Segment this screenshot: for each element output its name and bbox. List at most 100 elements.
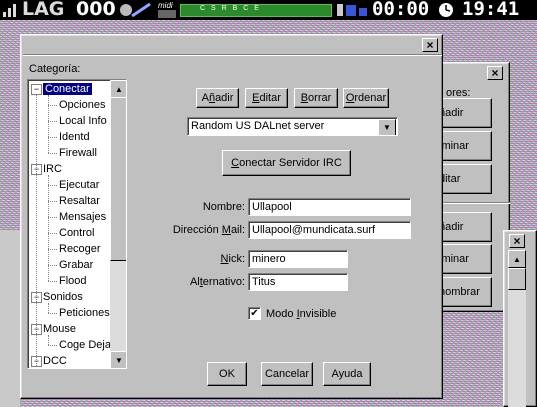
midi-icon <box>158 10 176 18</box>
tree-item[interactable]: Resaltar <box>59 193 100 209</box>
tree-item[interactable]: Coge Deja <box>59 337 111 353</box>
alternative-label: Alternativo: <box>189 276 245 288</box>
background-close-button[interactable]: × <box>487 66 503 80</box>
check-icon: ✔ <box>250 308 259 319</box>
name-label: Nombre: <box>202 201 245 213</box>
scroll-down-icon[interactable]: ▼ <box>110 351 126 368</box>
tree-item-label: Recoger <box>59 243 101 255</box>
brand-label: LAG <box>22 0 65 20</box>
tree-item[interactable]: Firewall <box>59 145 97 161</box>
tree-item-label: IRC <box>43 163 62 175</box>
tree-item[interactable]: Grabar <box>59 257 93 273</box>
close-icon: × <box>491 66 499 80</box>
tree-connector <box>48 137 57 138</box>
close-icon: × <box>513 234 521 248</box>
tree-item-label: Firewall <box>59 147 97 159</box>
tree-connector <box>48 121 57 122</box>
tree-item[interactable]: Recoger <box>59 241 101 257</box>
tray-icons <box>335 2 371 18</box>
tree-item-label: Mouse <box>43 323 77 335</box>
tree-connector <box>48 313 57 314</box>
tree-item[interactable]: Flood <box>59 273 87 289</box>
tree-connector <box>48 345 57 346</box>
email-label: Dirección Mail: <box>172 224 245 236</box>
invisible-checkbox[interactable]: ✔ <box>248 307 261 320</box>
nick-field[interactable]: minero <box>248 250 348 268</box>
tree-item[interactable]: IRC <box>43 161 62 177</box>
scroll-up-icon[interactable]: ▲ <box>508 250 526 268</box>
tree-connector <box>48 153 57 154</box>
scroll-thumb[interactable] <box>508 268 526 290</box>
tree-item[interactable]: Opciones <box>59 97 105 113</box>
midi-label: midi <box>158 1 173 10</box>
tree-item[interactable]: Local Info <box>59 113 107 129</box>
tree-connector <box>48 233 57 234</box>
ok-button[interactable]: OK <box>207 362 247 386</box>
dialog-titlebar <box>22 36 441 54</box>
side-scrollbar[interactable]: ▲ <box>508 250 526 407</box>
tree-item-label: Coge Deja <box>59 339 111 351</box>
tree-item-label: Identd <box>59 131 90 143</box>
tree-item-label: Opciones <box>59 99 106 111</box>
tree-item[interactable]: Peticiones <box>59 305 110 321</box>
cancel-button[interactable]: Cancelar <box>261 362 313 386</box>
preferences-dialog: × Categoría: Conectar − Opciones Local Info… <box>20 34 443 399</box>
tree-item[interactable]: Ejecutar <box>59 177 99 193</box>
edit-icon[interactable] <box>118 2 154 18</box>
dialog-close-button[interactable]: × <box>422 38 438 52</box>
tree-connector <box>48 265 57 266</box>
tree-connector <box>48 249 57 250</box>
name-field[interactable]: Ullapool <box>248 198 411 216</box>
tree-item-label: Control <box>59 227 95 239</box>
server-select-value: Random US DALnet server <box>191 120 325 132</box>
tree-scrollbar[interactable]: ▲ ▼ <box>110 80 126 368</box>
delete-server-button[interactable]: Borrar <box>294 88 338 108</box>
email-field[interactable]: Ullapool@mundicata.surf <box>248 221 411 239</box>
edit-server-button[interactable]: Editar <box>245 88 288 108</box>
meter-codes: C S R B C E <box>200 5 261 12</box>
close-icon: × <box>426 38 434 52</box>
tree-connector <box>48 175 49 281</box>
side-close-button[interactable]: × <box>509 234 525 248</box>
help-button[interactable]: Ayuda <box>323 362 371 386</box>
clock-time: 19:41 <box>462 0 520 20</box>
tree-item[interactable]: DCC <box>43 353 67 368</box>
add-server-button[interactable]: Añ adir <box>196 88 239 108</box>
desktop-lower <box>0 230 20 407</box>
connect-server-button[interactable]: Conectar Servidor IRC <box>222 150 351 176</box>
session-counter: 00:00 <box>372 0 430 20</box>
tree-connector <box>48 281 57 282</box>
tree-item-label: Local Info <box>59 115 107 127</box>
tree-connector <box>36 94 37 366</box>
chevron-down-icon[interactable]: ▼ <box>378 119 396 135</box>
tree-scroll-thumb[interactable] <box>110 97 126 261</box>
server-select[interactable]: Random US DALnet server ▼ <box>187 117 398 136</box>
signal-icon <box>2 2 22 18</box>
tree-item-label: Peticiones <box>59 307 110 319</box>
tree-connector <box>48 185 57 186</box>
tree-connector <box>48 95 49 153</box>
tree-connector <box>48 217 57 218</box>
tree-item-label: Flood <box>59 275 87 287</box>
top-status-bar: LAG 000 midi C S R B C E 00:00 19:41 <box>0 0 537 20</box>
tree-item-label: Grabar <box>59 259 94 271</box>
tree-connector <box>48 105 57 106</box>
tree-connector <box>48 303 49 313</box>
tree-item[interactable]: Mensajes <box>59 209 106 225</box>
tree-item[interactable]: Conectar <box>43 81 92 97</box>
invisible-label[interactable]: Modo Invisible <box>266 308 336 320</box>
nick-label: Nick: <box>220 253 245 265</box>
tree-item[interactable]: Control <box>59 225 94 241</box>
tree-item-label: Conectar <box>43 83 92 95</box>
sort-servers-button[interactable]: Ordenar <box>343 88 389 108</box>
tree-item-label: Ejecutar <box>59 179 100 191</box>
tree-item[interactable]: Identd <box>59 129 90 145</box>
tree-connector <box>48 335 49 345</box>
lag-counter: 000 <box>76 0 116 20</box>
category-tree[interactable]: Conectar − Opciones Local Info Identd Firewal… <box>27 79 127 369</box>
tree-connector <box>48 201 57 202</box>
scroll-up-icon[interactable]: ▲ <box>110 80 126 98</box>
tree-item-label: Sonidos <box>43 291 83 303</box>
tree-title: Categoría: <box>29 63 81 75</box>
alternative-field[interactable]: Titus <box>248 273 348 291</box>
